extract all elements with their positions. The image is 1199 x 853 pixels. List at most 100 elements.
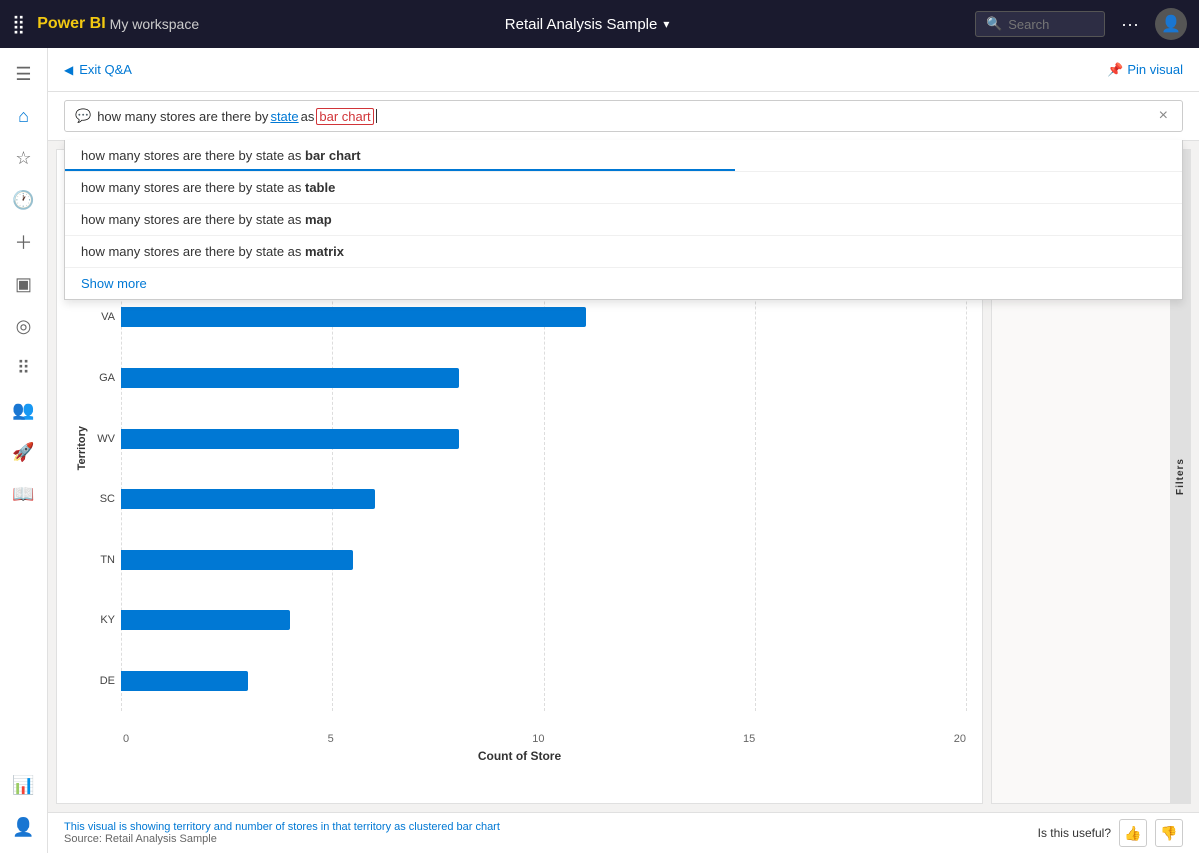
filters-panel-label: Filters bbox=[1175, 458, 1186, 495]
feedback-label: Is this useful? bbox=[1038, 826, 1111, 840]
qna-bar: ◀ Exit Q&A 📌 Pin visual bbox=[48, 48, 1199, 92]
workspace-label[interactable]: My workspace bbox=[110, 16, 199, 32]
bar-fill-de bbox=[121, 671, 248, 691]
metrics-icon[interactable]: 📊 bbox=[6, 767, 42, 803]
left-sidebar: ☰ ⌂ ☆ 🕐 ＋ ▣ ◎ ⠿ 👥 🚀 📖 📊 👤 bbox=[0, 48, 48, 853]
bar-track-wv bbox=[121, 429, 966, 449]
create-icon[interactable]: ＋ bbox=[6, 224, 42, 260]
qa-input-wrapper[interactable]: 💬 how many stores are there by state as … bbox=[64, 100, 1183, 132]
pin-visual-button[interactable]: 📌 Pin visual bbox=[1107, 62, 1183, 78]
account-icon[interactable]: 👤 bbox=[6, 809, 42, 845]
main-content: ◀ Exit Q&A 📌 Pin visual 💬 how many store… bbox=[48, 48, 1199, 853]
bar-label-wv: WV bbox=[91, 433, 115, 445]
thumbs-down-button[interactable]: 👎 bbox=[1155, 819, 1183, 847]
people-icon[interactable]: 👥 bbox=[6, 392, 42, 428]
bar-track-de bbox=[121, 671, 966, 691]
more-options-button[interactable]: ··· bbox=[1113, 10, 1147, 39]
avatar[interactable]: 👤 bbox=[1155, 8, 1187, 40]
report-title[interactable]: Retail Analysis Sample bbox=[505, 16, 658, 33]
title-chevron-icon[interactable]: ▾ bbox=[663, 17, 669, 31]
footer-description: This visual is showing territory and num… bbox=[64, 821, 500, 833]
show-more-button[interactable]: Show more bbox=[65, 268, 1182, 299]
recent-icon[interactable]: 🕐 bbox=[6, 182, 42, 218]
autocomplete-bold-3: matrix bbox=[305, 244, 344, 259]
x-tick-2: 10 bbox=[532, 733, 544, 745]
bar-label-va: VA bbox=[91, 311, 115, 323]
footer-info: This visual is showing territory and num… bbox=[64, 821, 500, 845]
bar-label-de: DE bbox=[91, 675, 115, 687]
bar-row-de: DE bbox=[91, 651, 966, 712]
bar-track-sc bbox=[121, 489, 966, 509]
bar-fill-ky bbox=[121, 610, 290, 630]
x-tick-1: 5 bbox=[328, 733, 334, 745]
autocomplete-prefix-3: how many stores are there by state as bbox=[81, 244, 305, 259]
x-axis-labels: 0 5 10 15 20 bbox=[123, 731, 966, 745]
footer-source: Source: Retail Analysis Sample bbox=[64, 833, 500, 845]
apps-icon[interactable]: ⠿ bbox=[6, 350, 42, 386]
autocomplete-item-table[interactable]: how many stores are there by state as ta… bbox=[65, 172, 1182, 204]
browse-icon[interactable]: ▣ bbox=[6, 266, 42, 302]
data-hub-icon[interactable]: 📖 bbox=[6, 476, 42, 512]
bar-track-va bbox=[121, 307, 966, 327]
autocomplete-dropdown: how many stores are there by state as ba… bbox=[64, 140, 1183, 300]
qa-input-area: 💬 how many stores are there by state as … bbox=[48, 92, 1199, 141]
bar-row-tn: TN bbox=[91, 529, 966, 590]
bar-fill-va bbox=[121, 307, 586, 327]
waffle-menu-icon[interactable]: ⣿ bbox=[12, 14, 25, 35]
autocomplete-prefix-2: how many stores are there by state as bbox=[81, 212, 305, 227]
powerbi-logo: Power BI bbox=[37, 15, 105, 33]
bar-row-sc: SC bbox=[91, 469, 966, 530]
autocomplete-bold-0: bar chart bbox=[305, 148, 361, 163]
pin-icon: 📌 bbox=[1107, 62, 1123, 78]
goals-icon[interactable]: ◎ bbox=[6, 308, 42, 344]
learn-icon[interactable]: 🚀 bbox=[6, 434, 42, 470]
thumbs-up-button[interactable]: 👍 bbox=[1119, 819, 1147, 847]
bar-track-ga bbox=[121, 368, 966, 388]
top-navigation: ⣿ Power BI My workspace Retail Analysis … bbox=[0, 0, 1199, 48]
progress-line bbox=[65, 169, 735, 171]
qa-prefix-text: how many stores are there by bbox=[97, 109, 268, 124]
bar-row-ga: GA bbox=[91, 348, 966, 409]
pin-visual-label: Pin visual bbox=[1127, 62, 1183, 77]
autocomplete-item-matrix[interactable]: how many stores are there by state as ma… bbox=[65, 236, 1182, 268]
exit-qna-label: Exit Q&A bbox=[79, 62, 132, 77]
x-tick-0: 0 bbox=[123, 733, 129, 745]
bar-row-ky: KY bbox=[91, 590, 966, 651]
hamburger-menu-icon[interactable]: ☰ bbox=[6, 56, 42, 92]
bar-fill-sc bbox=[121, 489, 375, 509]
brand-area: Power BI My workspace bbox=[37, 15, 199, 33]
bar-label-ky: KY bbox=[91, 614, 115, 626]
qa-highlighted-text: bar chart bbox=[316, 108, 373, 125]
search-box[interactable]: 🔍 bbox=[975, 11, 1105, 37]
qa-suffix-text: as bbox=[301, 109, 315, 124]
bar-fill-ga bbox=[121, 368, 459, 388]
bar-track-tn bbox=[121, 550, 966, 570]
favorites-icon[interactable]: ☆ bbox=[6, 140, 42, 176]
search-input[interactable] bbox=[1008, 17, 1098, 32]
autocomplete-item-barchart[interactable]: how many stores are there by state as ba… bbox=[65, 140, 1182, 172]
bar-track-ky bbox=[121, 610, 966, 630]
autocomplete-bold-2: map bbox=[305, 212, 332, 227]
x-tick-4: 20 bbox=[954, 733, 966, 745]
qa-input-display: how many stores are there by state as ba… bbox=[97, 108, 1148, 125]
autocomplete-item-map[interactable]: how many stores are there by state as ma… bbox=[65, 204, 1182, 236]
footer: This visual is showing territory and num… bbox=[48, 812, 1199, 853]
autocomplete-prefix-1: how many stores are there by state as bbox=[81, 180, 305, 195]
autocomplete-prefix-0: how many stores are there by state as bbox=[81, 148, 305, 163]
bar-fill-wv bbox=[121, 429, 459, 449]
home-icon[interactable]: ⌂ bbox=[6, 98, 42, 134]
bar-label-sc: SC bbox=[91, 493, 115, 505]
text-cursor bbox=[376, 109, 377, 123]
qa-bubble-icon: 💬 bbox=[75, 108, 91, 124]
qa-clear-button[interactable]: × bbox=[1155, 107, 1172, 125]
nav-right-area: 🔍 ··· 👤 bbox=[975, 8, 1187, 40]
bar-label-ga: GA bbox=[91, 372, 115, 384]
x-axis-label: Count of Store bbox=[73, 749, 966, 763]
search-icon: 🔍 bbox=[986, 16, 1002, 32]
autocomplete-bold-1: table bbox=[305, 180, 335, 195]
back-chevron-icon: ◀ bbox=[64, 63, 73, 77]
qa-blue-text: state bbox=[270, 109, 298, 124]
bar-fill-tn bbox=[121, 550, 353, 570]
exit-qna-button[interactable]: ◀ Exit Q&A bbox=[64, 62, 132, 77]
x-tick-3: 15 bbox=[743, 733, 755, 745]
